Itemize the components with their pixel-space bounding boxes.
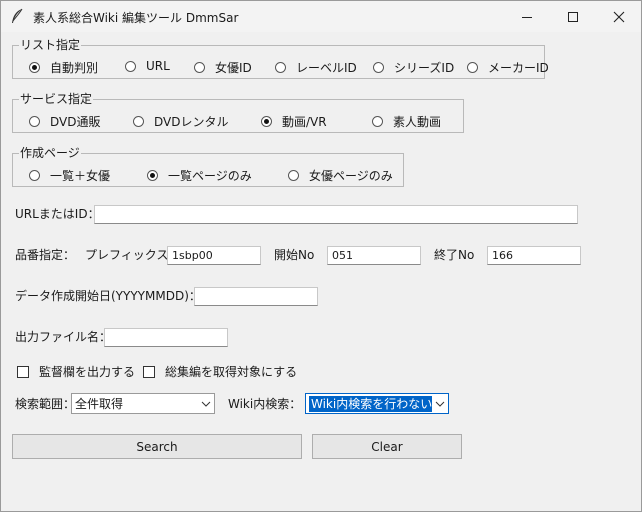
- checkbox-box[interactable]: [143, 365, 155, 378]
- start-no-label: 開始No: [274, 248, 315, 262]
- radio-button[interactable]: [372, 116, 383, 127]
- radio-list-auto[interactable]: 自動判別: [29, 59, 98, 76]
- radio-button[interactable]: [194, 62, 205, 73]
- director-checkbox[interactable]: 監督欄を出力する: [17, 363, 135, 380]
- checkbox-box[interactable]: [17, 365, 29, 378]
- feather-pen-icon: [10, 8, 24, 24]
- maximize-icon: [568, 11, 578, 22]
- radio-page-list-and-actress[interactable]: 一覧＋女優: [29, 167, 110, 184]
- close-icon: [613, 11, 625, 22]
- radio-list-series-id[interactable]: シリーズID: [373, 59, 454, 76]
- radio-page-list-only[interactable]: 一覧ページのみ: [147, 167, 252, 184]
- service-legend: サービス指定: [19, 92, 94, 106]
- radio-button[interactable]: [125, 60, 136, 72]
- close-button[interactable]: [596, 1, 642, 32]
- search-range-label: 検索範囲：: [15, 397, 76, 411]
- radio-button[interactable]: [147, 170, 158, 181]
- wiki-search-select[interactable]: Wiki内検索を行わない: [305, 393, 449, 414]
- wiki-search-label: Wiki内検索：: [228, 397, 302, 411]
- minimize-button[interactable]: [504, 1, 550, 32]
- search-range-select[interactable]: 全件取得: [71, 393, 215, 414]
- compilation-checkbox[interactable]: 総集編を取得対象にする: [143, 363, 297, 380]
- maximize-button[interactable]: [550, 1, 596, 32]
- prefix-input[interactable]: 1sbp00: [167, 246, 261, 265]
- radio-list-maker-id[interactable]: メーカーID: [467, 59, 549, 76]
- list-type-legend: リスト指定: [19, 38, 82, 52]
- app-window: 素人系総合Wiki 編集ツール DmmSar リスト指定 自動判別 URL 女優…: [0, 0, 642, 512]
- radio-page-actress-only[interactable]: 女優ページのみ: [288, 167, 393, 184]
- radio-button[interactable]: [275, 62, 286, 73]
- radio-service-amateur-video[interactable]: 素人動画: [372, 113, 441, 130]
- radio-button[interactable]: [29, 62, 40, 73]
- radio-button[interactable]: [467, 62, 478, 73]
- output-file-label: 出力ファイル名：: [15, 330, 112, 344]
- end-no-label: 終了No: [434, 248, 475, 262]
- radio-button[interactable]: [288, 170, 299, 181]
- radio-list-actress-id[interactable]: 女優ID: [194, 59, 252, 76]
- radio-button[interactable]: [133, 116, 144, 127]
- clear-button[interactable]: Clear: [312, 434, 462, 459]
- radio-button[interactable]: [29, 116, 40, 127]
- radio-list-url[interactable]: URL: [125, 59, 170, 73]
- page-type-legend: 作成ページ: [19, 146, 81, 160]
- prefix-label: プレフィックス: [85, 248, 169, 262]
- date-input[interactable]: [194, 287, 318, 306]
- date-label: データ作成開始日(YYYYMMDD)：: [15, 289, 201, 303]
- url-input[interactable]: [94, 205, 578, 224]
- chevron-down-icon: [198, 394, 214, 413]
- radio-button[interactable]: [373, 62, 384, 73]
- start-no-input[interactable]: 051: [327, 246, 421, 265]
- chevron-down-icon: [432, 394, 448, 413]
- radio-list-label-id[interactable]: レーベルID: [275, 59, 357, 76]
- search-button[interactable]: Search: [12, 434, 302, 459]
- output-file-input[interactable]: [104, 328, 228, 347]
- title-bar: 素人系総合Wiki 編集ツール DmmSar: [1, 1, 641, 32]
- radio-service-dvd-sale[interactable]: DVD通販: [29, 113, 100, 130]
- url-label: URLまたはID：: [15, 207, 100, 221]
- product-label: 品番指定：: [15, 248, 76, 262]
- radio-service-video-vr[interactable]: 動画/VR: [261, 113, 327, 130]
- window-title: 素人系総合Wiki 編集ツール DmmSar: [33, 11, 239, 25]
- minimize-icon: [522, 16, 532, 18]
- end-no-input[interactable]: 166: [487, 246, 581, 265]
- radio-service-dvd-rental[interactable]: DVDレンタル: [133, 113, 228, 130]
- radio-button[interactable]: [29, 170, 40, 181]
- radio-button[interactable]: [261, 116, 272, 127]
